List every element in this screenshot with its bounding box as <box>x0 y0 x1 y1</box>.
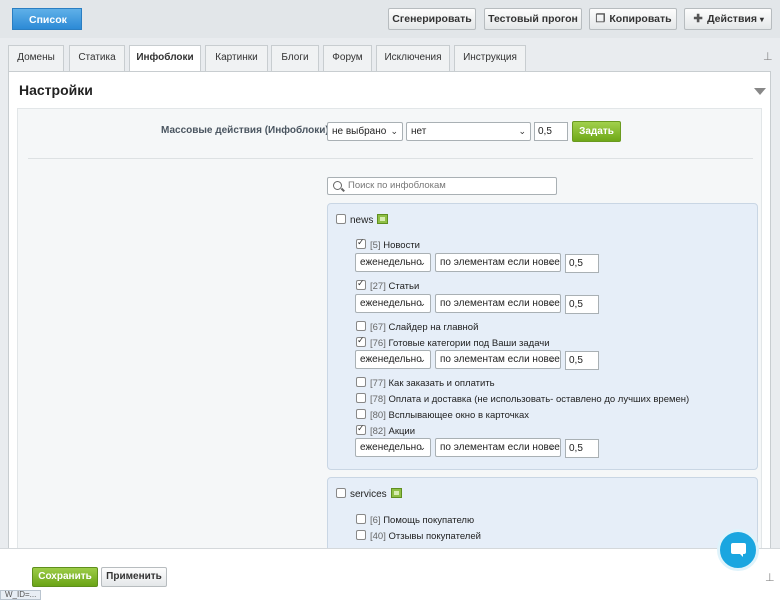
search-icon <box>333 181 342 190</box>
chevron-down-icon: ⌄ <box>548 354 556 364</box>
chat-widget-button[interactable] <box>717 529 759 571</box>
mode-select[interactable]: по элементам если новее ⌄ <box>435 438 561 457</box>
mass-priority-input[interactable]: 0,5 <box>534 122 568 141</box>
tab-blogs[interactable]: Блоги <box>271 45 319 71</box>
status-tooltip: W_ID=... <box>0 590 42 600</box>
group-news: news [5] Новости еженедельно⌄ по элемент… <box>327 203 758 470</box>
chevron-down-icon: ⌄ <box>548 257 556 267</box>
tab-images[interactable]: Картинки <box>205 45 268 71</box>
top-toolbar: Список Сгенерировать Тестовый прогон ❐ Ко… <box>0 0 780 38</box>
group-header: news <box>336 214 389 226</box>
item-checkbox[interactable] <box>356 377 366 387</box>
list-item: [6] Помощь покупателю <box>356 514 474 526</box>
chevron-down-icon: ▾ <box>759 15 764 24</box>
copy-icon: ❐ <box>595 13 606 25</box>
list-item: [77] Как заказать и оплатить <box>356 377 495 389</box>
priority-input[interactable]: 0,5 <box>565 351 599 370</box>
chevron-down-icon: ⌄ <box>518 126 526 136</box>
iblock-search-input[interactable]: Поиск по инфоблокам <box>327 177 557 195</box>
panel-title: Настройки <box>19 82 93 98</box>
item-checkbox[interactable] <box>356 237 366 249</box>
tab-iblocks[interactable]: Инфоблоки <box>129 45 201 72</box>
group-checkbox[interactable] <box>336 488 346 498</box>
tab-exclusions[interactable]: Исключения <box>376 45 450 71</box>
bottom-action-bar: Сохранить Применить ⊥ <box>0 548 780 600</box>
divider <box>28 158 753 159</box>
group-header: services <box>336 488 402 500</box>
frequency-select[interactable]: еженедельно ⌄ <box>355 438 431 457</box>
chevron-down-icon: ⌄ <box>548 298 556 308</box>
mode-select[interactable]: по элементам если новее ⌄ <box>435 294 561 313</box>
group-services: services [6] Помощь покупателю [40] Отзы… <box>327 477 758 550</box>
group-icon <box>377 214 389 224</box>
item-checkbox[interactable] <box>356 335 366 347</box>
tab-forum[interactable]: Форум <box>323 45 372 71</box>
copy-button[interactable]: ❐ Копировать <box>589 8 677 30</box>
settings-content: Массовые действия (Инфоблоки): не выбран… <box>17 108 762 550</box>
mass-apply-button[interactable]: Задать <box>572 121 621 142</box>
plus-icon: ✚ <box>693 13 703 25</box>
mode-select[interactable]: по элементам если новее ⌄ <box>435 350 561 369</box>
mass-actions-label: Массовые действия (Инфоблоки): <box>161 125 333 136</box>
pin-icon[interactable]: ⊥ <box>765 571 775 584</box>
save-button[interactable]: Сохранить <box>32 567 98 587</box>
test-run-button[interactable]: Тестовый прогон <box>484 8 582 30</box>
item-checkbox[interactable] <box>356 423 366 435</box>
priority-input[interactable]: 0,5 <box>565 439 599 458</box>
chevron-down-icon: ⌄ <box>390 126 398 136</box>
priority-input[interactable]: 0,5 <box>565 254 599 273</box>
generate-button[interactable]: Сгенерировать <box>388 8 476 30</box>
back-to-list-button[interactable]: Список <box>12 8 82 30</box>
back-button-label: Список <box>29 14 67 26</box>
list-item: [67] Слайдер на главной <box>356 321 478 333</box>
mass-action-select[interactable]: не выбрано ⌄ <box>327 122 403 141</box>
group-checkbox[interactable] <box>336 214 346 224</box>
list-item: [40] Отзывы покупателей <box>356 530 481 542</box>
list-item: [27] Статьи <box>356 278 419 292</box>
chevron-down-icon: ⌄ <box>418 298 426 308</box>
chat-icon <box>731 543 746 557</box>
item-checkbox[interactable] <box>356 514 366 524</box>
frequency-select[interactable]: еженедельно ⌄ <box>355 294 431 313</box>
item-checkbox[interactable] <box>356 530 366 540</box>
apply-button[interactable]: Применить <box>101 567 167 587</box>
tab-instruction[interactable]: Инструкция <box>454 45 526 71</box>
list-item: [78] Оплата и доставка (не использовать-… <box>356 393 689 405</box>
item-checkbox[interactable] <box>356 409 366 419</box>
list-item: [5] Новости <box>356 237 420 251</box>
item-checkbox[interactable] <box>356 321 366 331</box>
chevron-down-icon: ⌄ <box>418 354 426 364</box>
chevron-down-icon: ⌄ <box>418 257 426 267</box>
chevron-down-icon: ⌄ <box>548 442 556 452</box>
settings-panel: Настройки Массовые действия (Инфоблоки):… <box>8 71 771 551</box>
mass-value-select[interactable]: нет ⌄ <box>406 122 531 141</box>
actions-dropdown[interactable]: ✚ Действия ▾ <box>684 8 772 30</box>
list-item: [76] Готовые категории под Ваши задачи <box>356 335 550 349</box>
list-item: [82] Акции <box>356 423 415 437</box>
pin-icon[interactable]: ⊥ <box>763 50 773 63</box>
list-item: [80] Всплывающее окно в карточках <box>356 409 529 421</box>
item-checkbox[interactable] <box>356 278 366 290</box>
frequency-select[interactable]: еженедельно ⌄ <box>355 253 431 272</box>
tab-domains[interactable]: Домены <box>8 45 64 71</box>
mode-select[interactable]: по элементам если новее ⌄ <box>435 253 561 272</box>
priority-input[interactable]: 0,5 <box>565 295 599 314</box>
group-icon <box>390 488 402 498</box>
item-checkbox[interactable] <box>356 393 366 403</box>
chevron-down-icon: ⌄ <box>418 442 426 452</box>
collapse-icon[interactable] <box>754 88 766 95</box>
tab-static[interactable]: Статика <box>69 45 125 71</box>
frequency-select[interactable]: еженедельно ⌄ <box>355 350 431 369</box>
